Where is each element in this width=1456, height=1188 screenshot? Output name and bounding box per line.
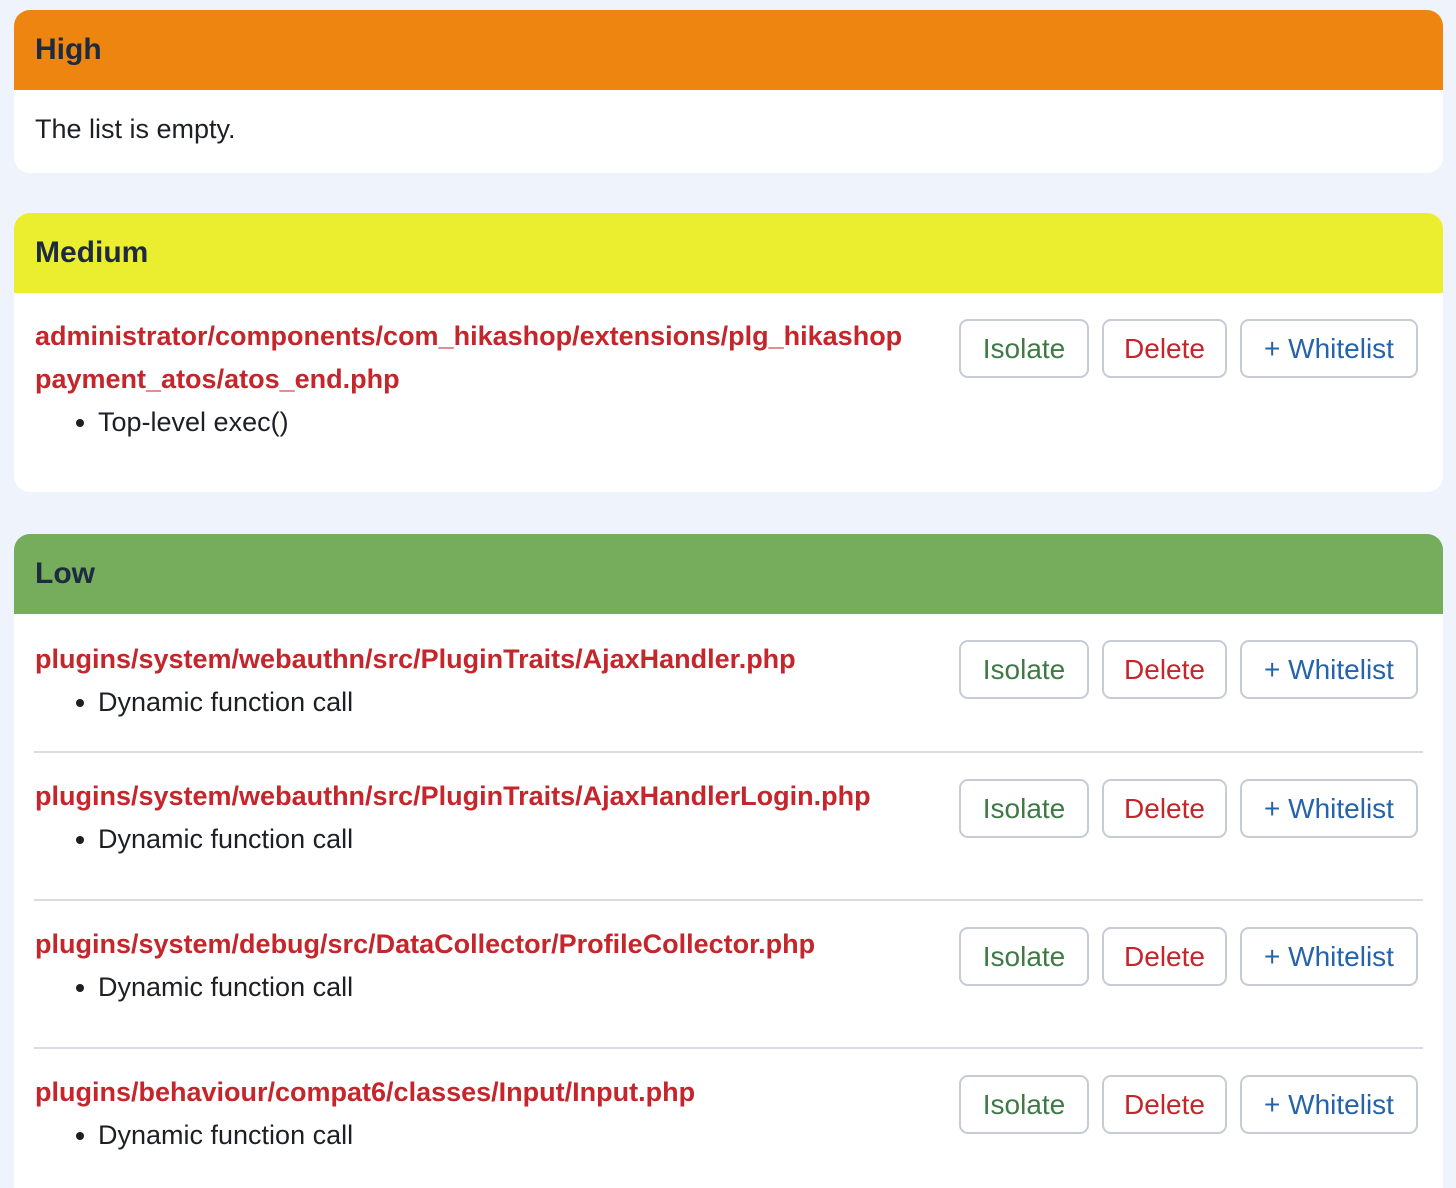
isolate-button[interactable]: Isolate	[959, 779, 1089, 838]
file-item: plugins/system/debug/src/DataCollector/P…	[34, 899, 1423, 1047]
file-path-link[interactable]: plugins/behaviour/compat6/classes/Input/…	[34, 1071, 924, 1114]
delete-button[interactable]: Delete	[1102, 1075, 1227, 1134]
section-high: High The list is empty.	[14, 10, 1443, 173]
section-medium: Medium administrator/components/com_hika…	[14, 213, 1443, 492]
file-actions: Isolate Delete + Whitelist	[959, 779, 1418, 838]
section-low-title: Low	[14, 534, 1443, 614]
isolate-button[interactable]: Isolate	[959, 927, 1089, 986]
page: High The list is empty. Medium administr…	[0, 0, 1456, 1188]
file-path-link[interactable]: plugins/system/webauthn/src/PluginTraits…	[34, 638, 924, 681]
file-item: plugins/behaviour/compat6/classes/Input/…	[34, 1047, 1423, 1188]
file-item: plugins/system/webauthn/src/PluginTraits…	[34, 751, 1423, 899]
delete-button[interactable]: Delete	[1102, 319, 1227, 378]
section-low: Low plugins/system/webauthn/src/PluginTr…	[14, 534, 1443, 1188]
reason-list: Top-level exec()	[34, 401, 1423, 443]
file-path-link[interactable]: plugins/system/debug/src/DataCollector/P…	[34, 923, 924, 966]
whitelist-button[interactable]: + Whitelist	[1240, 779, 1418, 838]
whitelist-button[interactable]: + Whitelist	[1240, 640, 1418, 699]
delete-button[interactable]: Delete	[1102, 640, 1227, 699]
whitelist-button[interactable]: + Whitelist	[1240, 1075, 1418, 1134]
file-actions: Isolate Delete + Whitelist	[959, 319, 1418, 378]
reason-item: Top-level exec()	[76, 401, 1423, 443]
empty-list-message: The list is empty.	[35, 114, 236, 144]
file-actions: Isolate Delete + Whitelist	[959, 640, 1418, 699]
delete-button[interactable]: Delete	[1102, 779, 1227, 838]
file-actions: Isolate Delete + Whitelist	[959, 1075, 1418, 1134]
low-file-list: plugins/system/webauthn/src/PluginTraits…	[14, 614, 1443, 1188]
file-path-link[interactable]: administrator/components/com_hikashop/ex…	[34, 315, 924, 401]
isolate-button[interactable]: Isolate	[959, 640, 1089, 699]
file-actions: Isolate Delete + Whitelist	[959, 927, 1418, 986]
delete-button[interactable]: Delete	[1102, 927, 1227, 986]
file-item: plugins/system/webauthn/src/PluginTraits…	[34, 614, 1423, 751]
isolate-button[interactable]: Isolate	[959, 1075, 1089, 1134]
whitelist-button[interactable]: + Whitelist	[1240, 319, 1418, 378]
whitelist-button[interactable]: + Whitelist	[1240, 927, 1418, 986]
file-item: administrator/components/com_hikashop/ex…	[34, 293, 1423, 492]
file-path-link[interactable]: plugins/system/webauthn/src/PluginTraits…	[34, 775, 924, 818]
isolate-button[interactable]: Isolate	[959, 319, 1089, 378]
section-high-title: High	[14, 10, 1443, 90]
section-medium-title: Medium	[14, 213, 1443, 293]
